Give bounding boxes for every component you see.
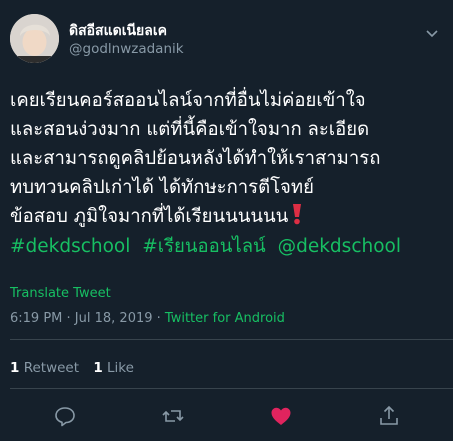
heart-icon[interactable]	[269, 404, 293, 428]
retweets-label: Retweet	[19, 360, 80, 376]
tweet-line: และสามารถดูคลิปย้อนหลังได้ทำให้เราสามารถ	[10, 148, 381, 169]
chevron-down-icon[interactable]	[425, 26, 439, 40]
avatar[interactable]	[10, 14, 59, 63]
tweet-date[interactable]: Jul 18, 2019	[75, 311, 153, 326]
divider	[10, 388, 453, 389]
retweets-count: 1	[10, 360, 20, 376]
meta-separator: ·	[152, 311, 165, 326]
retweet-icon[interactable]	[161, 404, 185, 428]
tweet-line: และสอนง่วงมาก แต่ที่นี้คือเข้าใจมาก ละเอ…	[10, 119, 370, 140]
likes-label: Like	[102, 360, 134, 376]
user-handle[interactable]: @godlnwzadanik	[69, 40, 184, 58]
tweet-header: ดิสอีสแดเนียลเค @godlnwzadanik	[10, 14, 443, 64]
tweet-line: ข้อสอบ ภูมิใจมากที่ได้เรียนนนนนน	[10, 206, 289, 227]
share-icon[interactable]	[377, 404, 401, 428]
tweet-line-last: ข้อสอบ ภูมิใจมากที่ได้เรียนนนนนน	[10, 202, 450, 231]
tweet-text: เคยเรียนคอร์สออนไลน์จากที่อื่นไม่ค่อยเข้…	[10, 86, 450, 231]
hashtag-row: #dekdschool #เรียนออนไลน์ @dekdschool	[10, 232, 407, 261]
tweet-time[interactable]: 6:19 PM	[10, 311, 62, 326]
tweet-line: ทบทวนคลิปเก่าได้ ได้ทักษะการตีโจทย์	[10, 177, 314, 198]
user-names: ดิสอีสแดเนียลเค @godlnwzadanik	[69, 22, 184, 58]
tweet-line: เคยเรียนคอร์สออนไลน์จากที่อื่นไม่ค่อยเข้…	[10, 90, 366, 111]
translate-tweet-link[interactable]: Translate Tweet	[10, 286, 111, 301]
mention-link[interactable]: @dekdschool	[278, 236, 401, 257]
exclamation-emoji-icon	[293, 204, 302, 225]
display-name[interactable]: ดิสอีสแดเนียลเค	[69, 22, 184, 40]
meta-separator: ·	[62, 311, 75, 326]
tweet-actions	[0, 404, 453, 428]
tweet-meta: 6:19 PM · Jul 18, 2019 · Twitter for And…	[10, 311, 285, 326]
likes-count: 1	[93, 360, 103, 376]
hashtag-link[interactable]: #เรียนออนไลน์	[142, 236, 265, 257]
reply-icon[interactable]	[53, 404, 77, 428]
likes-stat[interactable]: 1 Like	[93, 360, 134, 376]
tweet-detail: ดิสอีสแดเนียลเค @godlnwzadanik เคยเรียนค…	[0, 0, 453, 441]
divider	[10, 339, 453, 340]
tweet-source[interactable]: Twitter for Android	[165, 311, 285, 326]
retweets-stat[interactable]: 1 Retweet	[10, 360, 79, 376]
tweet-stats: 1 Retweet 1 Like	[10, 360, 144, 376]
hashtag-link[interactable]: #dekdschool	[10, 236, 130, 257]
